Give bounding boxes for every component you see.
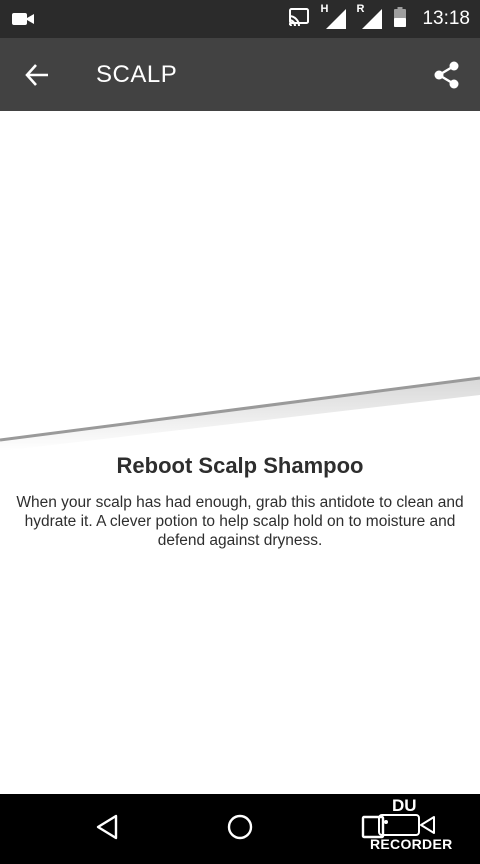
divider <box>0 376 480 442</box>
camera-icon <box>378 814 435 836</box>
signal-h-icon: H <box>320 3 347 29</box>
product-description: When your scalp has had enough, grab thi… <box>16 494 464 549</box>
product-image <box>0 111 480 451</box>
watermark-bottom-text: RECORDER <box>370 836 453 852</box>
clock: 13:18 <box>422 8 470 29</box>
arrow-left-icon <box>25 64 48 86</box>
app-bar: SCALP <box>0 38 480 111</box>
cast-icon <box>288 7 310 31</box>
share-button[interactable] <box>432 60 462 90</box>
du-recorder-watermark: DU RECORDER <box>370 796 462 858</box>
status-bar: H R 13:18 <box>0 0 480 38</box>
product-info: Reboot Scalp Shampoo When your scalp has… <box>0 450 480 550</box>
share-icon <box>434 61 459 89</box>
page-title: SCALP <box>96 61 178 88</box>
circle-home-icon <box>227 814 253 840</box>
product-title: Reboot Scalp Shampoo <box>116 453 364 478</box>
nav-back-button[interactable] <box>94 812 120 847</box>
signal-roaming-icon: R <box>356 3 383 29</box>
triangle-back-icon <box>96 814 118 840</box>
nav-home-button[interactable] <box>226 812 254 847</box>
battery-icon <box>394 6 407 32</box>
video-camera-icon <box>12 11 34 32</box>
back-button[interactable] <box>24 62 50 88</box>
